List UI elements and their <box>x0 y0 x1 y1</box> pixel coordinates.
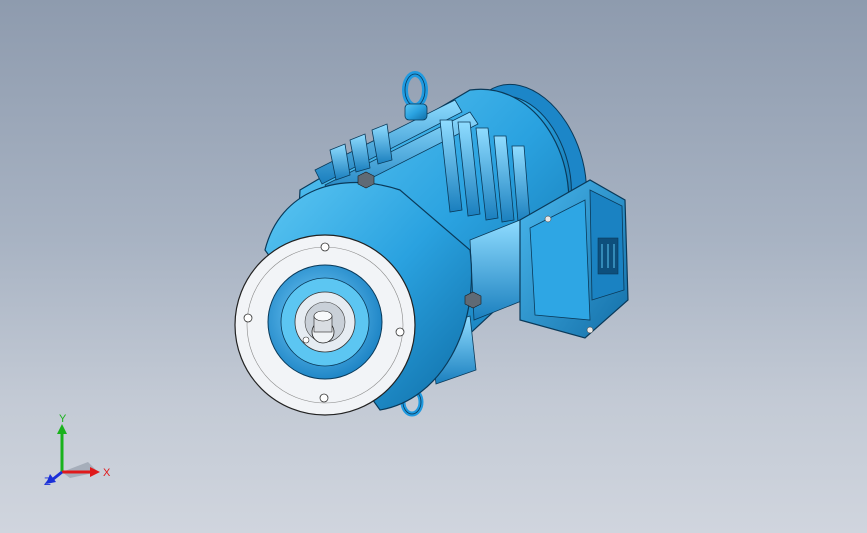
x-axis-arrow <box>90 467 100 477</box>
flange-hole-right <box>395 327 405 337</box>
motor-model[interactable] <box>0 0 867 533</box>
lifting-eye-top[interactable] <box>402 71 428 121</box>
coordinate-triad: Y X Z <box>44 413 111 488</box>
z-axis-label: Z <box>44 476 51 488</box>
x-axis-label: X <box>103 467 111 479</box>
graphics-viewport[interactable]: Y X Z <box>0 0 867 533</box>
y-axis-arrow <box>57 424 67 434</box>
flange-hole-bottom <box>319 393 329 403</box>
y-axis-label: Y <box>59 413 67 425</box>
flange-hole-left <box>243 313 253 323</box>
flange-hole-top <box>320 242 330 252</box>
